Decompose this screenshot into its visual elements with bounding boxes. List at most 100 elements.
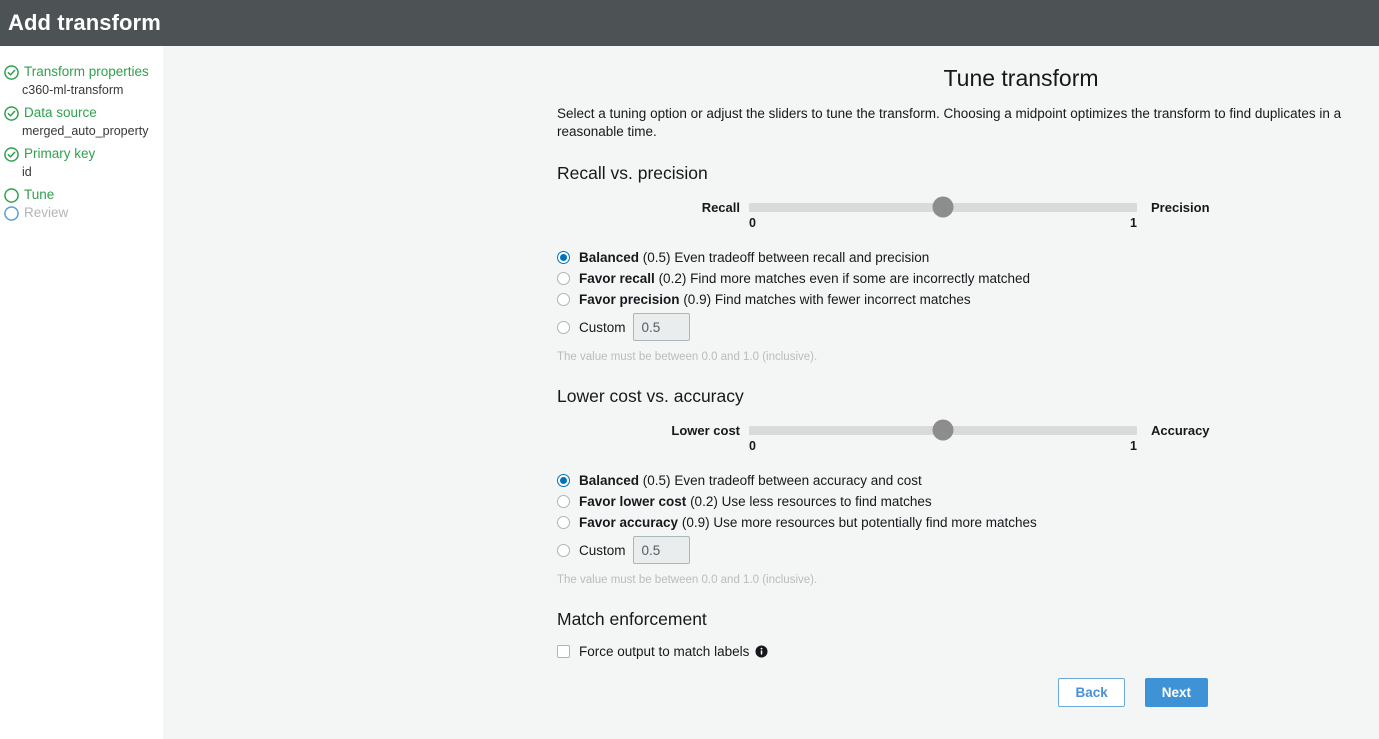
option-name: Balanced xyxy=(579,473,640,489)
sidebar-step-tune[interactable]: Tune xyxy=(0,187,162,203)
tuning-option-custom[interactable]: Custom xyxy=(557,312,1379,342)
option-value: (0.9) xyxy=(683,292,712,308)
option-name: Balanced xyxy=(579,250,640,266)
option-name: Favor precision xyxy=(579,292,680,308)
option-radio[interactable] xyxy=(557,293,570,307)
check-circle-icon xyxy=(4,106,19,121)
page-title: Tune transform xyxy=(943,65,1099,91)
option-name: Favor accuracy xyxy=(579,515,679,531)
custom-radio[interactable] xyxy=(557,543,570,557)
match-enforcement-title: Match enforcement xyxy=(557,609,707,630)
force-match-labels-row[interactable]: Force output to match labels xyxy=(557,644,1379,659)
sidebar-step-label: Data source xyxy=(24,105,97,120)
force-match-labels-checkbox[interactable] xyxy=(557,645,570,659)
sidebar-step-label: Primary key xyxy=(24,146,96,161)
slider-tick-min: 0 xyxy=(749,439,756,454)
option-text: Favor lower cost (0.2) Use less resource… xyxy=(579,493,932,510)
option-radio[interactable] xyxy=(557,474,570,488)
custom-value-input[interactable] xyxy=(632,313,690,342)
sidebar-step-label: Tune xyxy=(24,187,55,202)
option-value: (0.5) xyxy=(642,250,671,266)
slider-left-label: Lower cost xyxy=(671,422,740,438)
sidebar-step-review[interactable]: Review xyxy=(0,205,162,221)
slider-ticks: 01 xyxy=(749,439,1137,455)
sidebar-step-value: merged_auto_property xyxy=(22,124,149,138)
slider-tick-max: 1 xyxy=(1130,216,1137,231)
check-circle-icon xyxy=(4,147,19,162)
check-circle-icon xyxy=(4,65,19,80)
custom-label: Custom xyxy=(579,542,626,558)
sidebar-step-value: c360-ml-transform xyxy=(22,83,124,97)
tuning-slider[interactable] xyxy=(749,419,1137,441)
app-header: Add transform xyxy=(0,0,1379,46)
validation-helper-text: The value must be between 0.0 and 1.0 (i… xyxy=(557,351,818,364)
custom-label: Custom xyxy=(579,319,626,335)
section-title: Lower cost vs. accuracy xyxy=(557,386,744,407)
main-content: Tune transform Select a tuning option or… xyxy=(163,46,1379,739)
option-value: (0.2) xyxy=(658,271,687,287)
slider-thumb[interactable] xyxy=(932,196,954,218)
option-description: Find more matches even if some are incor… xyxy=(690,271,1030,287)
tuning-option-favor-lower-cost[interactable]: Favor lower cost (0.2) Use less resource… xyxy=(557,491,1379,512)
wizard-footer-buttons: Back Next xyxy=(557,678,1208,708)
app-title: Add transform xyxy=(8,10,161,35)
tuning-sections: Recall vs. precision Recall Precision 0 1 Bal… xyxy=(557,163,1379,587)
body-split: Transform properties c360-ml-transform Dat… xyxy=(0,46,1379,739)
sidebar-step-primary-key[interactable]: Primary key xyxy=(0,146,162,162)
slider-right-label: Accuracy xyxy=(1151,422,1210,438)
circle-icon xyxy=(4,188,19,203)
option-text: Favor accuracy (0.9) Use more resources … xyxy=(579,514,1037,531)
option-radio[interactable] xyxy=(557,251,570,265)
tuning-option-favor-recall[interactable]: Favor recall (0.2) Find more matches eve… xyxy=(557,268,1379,289)
slider-thumb[interactable] xyxy=(932,419,954,441)
validation-helper-text: The value must be between 0.0 and 1.0 (i… xyxy=(557,574,818,587)
option-description: Use less resources to find matches xyxy=(721,494,932,510)
option-description: Even tradeoff between accuracy and cost xyxy=(674,473,922,489)
slider-row: Lower cost Accuracy xyxy=(557,419,1379,441)
sidebar-step-label: Review xyxy=(24,205,69,220)
option-text: Balanced (0.5) Even tradeoff between acc… xyxy=(579,472,922,489)
page-description: Select a tuning option or adjust the sli… xyxy=(557,106,1342,140)
option-value: (0.9) xyxy=(681,515,710,531)
info-icon[interactable] xyxy=(755,645,768,658)
option-radio[interactable] xyxy=(557,495,570,509)
option-text: Balanced (0.5) Even tradeoff between rec… xyxy=(579,249,929,266)
option-text: Favor precision (0.9) Find matches with … xyxy=(579,291,971,308)
option-name: Favor recall xyxy=(579,271,655,287)
option-value: (0.2) xyxy=(690,494,718,510)
tuning-slider[interactable] xyxy=(749,196,1137,218)
option-description: Use more resources but potentially find … xyxy=(713,515,1037,531)
option-description: Even tradeoff between recall and precisi… xyxy=(674,250,930,266)
section-title: Recall vs. precision xyxy=(557,163,708,184)
tuning-section: Lower cost vs. accuracy Lower cost Accurac… xyxy=(557,386,1379,587)
sidebar-step-transform-properties[interactable]: Transform properties xyxy=(0,64,162,80)
sidebar-step-value: id xyxy=(22,165,32,179)
back-button[interactable]: Back xyxy=(1058,678,1125,708)
tuning-option-favor-accuracy[interactable]: Favor accuracy (0.9) Use more resources … xyxy=(557,512,1379,533)
slider-row: Recall Precision xyxy=(557,196,1379,218)
slider-tick-max: 1 xyxy=(1130,439,1137,454)
option-radio[interactable] xyxy=(557,516,570,530)
slider-tick-min: 0 xyxy=(749,216,756,231)
custom-radio[interactable] xyxy=(557,320,570,334)
sidebar-step-label: Transform properties xyxy=(24,64,149,79)
next-button[interactable]: Next xyxy=(1144,678,1208,708)
tuning-option-custom[interactable]: Custom xyxy=(557,535,1379,565)
tuning-option-favor-precision[interactable]: Favor precision (0.9) Find matches with … xyxy=(557,289,1379,310)
option-text: Favor recall (0.2) Find more matches eve… xyxy=(579,270,1030,287)
custom-value-input[interactable] xyxy=(632,536,690,565)
tuning-options: Balanced (0.5) Even tradeoff between acc… xyxy=(557,470,1379,587)
tuning-section: Recall vs. precision Recall Precision 0 1 Bal… xyxy=(557,163,1379,364)
option-name: Favor lower cost xyxy=(579,494,687,510)
circle-icon xyxy=(4,206,19,221)
tuning-option-balanced[interactable]: Balanced (0.5) Even tradeoff between acc… xyxy=(557,470,1379,491)
force-match-labels-label: Force output to match labels xyxy=(579,644,750,660)
option-radio[interactable] xyxy=(557,272,570,286)
wizard-sidebar: Transform properties c360-ml-transform Dat… xyxy=(0,46,163,739)
sidebar-step-data-source[interactable]: Data source xyxy=(0,105,162,121)
slider-right-label: Precision xyxy=(1151,199,1210,215)
slider-left-label: Recall xyxy=(701,199,740,215)
tuning-option-balanced[interactable]: Balanced (0.5) Even tradeoff between rec… xyxy=(557,247,1379,268)
slider-ticks: 01 xyxy=(749,216,1137,232)
option-description: Find matches with fewer incorrect matche… xyxy=(714,292,971,308)
